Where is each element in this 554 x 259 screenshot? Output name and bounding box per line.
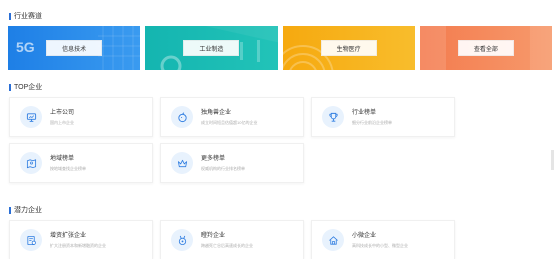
card-desc: 按地域查找企业榜单 <box>50 165 86 171</box>
card-desc: 成立时间短且估值超10亿的企业 <box>201 119 258 125</box>
card-capital-expansion[interactable]: 增资扩张企业 扩大注册资本和新增融资的企业 <box>9 220 153 259</box>
house-icon <box>322 229 344 251</box>
section-title-text: 行业赛道 <box>14 13 42 20</box>
section-title-industry: 行业赛道 <box>9 11 42 21</box>
banner-biomedical[interactable]: 生物医疗 <box>282 26 415 70</box>
card-title: 增资扩张企业 <box>50 232 87 239</box>
section-title-text: 潜力企业 <box>14 207 42 214</box>
banner-5g-text: 5G <box>16 39 35 55</box>
section-title-potential: 潜力企业 <box>9 205 42 215</box>
banner-view-all-button[interactable]: 查看全部 <box>457 40 514 56</box>
card-small-micro[interactable]: 小微企业 高科技成长中的小型、微型企业 <box>311 220 455 259</box>
card-title: 瞪羚企业 <box>201 232 226 239</box>
card-listed-company[interactable]: 上市公司 国内上市企业 <box>9 97 153 137</box>
gazelle-icon <box>171 229 193 251</box>
card-desc: 高科技成长中的小型、微型企业 <box>352 242 408 248</box>
card-title: 小微企业 <box>352 232 377 239</box>
map-icon <box>20 152 42 174</box>
banner-manufacturing[interactable]: 工业制造 <box>145 26 278 70</box>
card-desc: 细分行业前沿企业榜单 <box>352 119 392 125</box>
card-desc: 国内上市企业 <box>50 119 74 125</box>
section-title-text: TOP企业 <box>14 84 43 91</box>
section-title-top: TOP企业 <box>9 82 42 92</box>
industry-banners: 5G 信息技术 工业制造 生物医疗 查看全部 <box>8 26 552 70</box>
card-title: 上市公司 <box>50 109 75 116</box>
section-bar <box>9 12 11 20</box>
document-chart-icon <box>20 229 42 251</box>
banner-view-all[interactable]: 查看全部 <box>419 26 552 70</box>
card-title: 更多榜单 <box>201 155 226 162</box>
card-desc: 权威机构的行业排名榜单 <box>201 165 245 171</box>
card-gazelle[interactable]: 瞪羚企业 跨越死亡谷后高速成长的企业 <box>160 220 304 259</box>
card-more-ranking[interactable]: 更多榜单 权威机构的行业排名榜单 <box>160 143 304 183</box>
card-desc: 跨越死亡谷后高速成长的企业 <box>201 242 253 248</box>
trophy-icon <box>322 106 344 128</box>
card-title: 地域榜单 <box>50 155 75 162</box>
card-region-ranking[interactable]: 地域榜单 按地域查找企业榜单 <box>9 143 153 183</box>
card-desc: 扩大注册资本和新增融资的企业 <box>50 242 106 248</box>
banner-it-button[interactable]: 信息技术 <box>46 40 103 56</box>
banner-manufacturing-button[interactable]: 工业制造 <box>183 40 240 56</box>
card-title: 独角兽企业 <box>201 109 232 116</box>
card-industry-ranking[interactable]: 行业榜单 细分行业前沿企业榜单 <box>311 97 455 137</box>
banner-it[interactable]: 5G 信息技术 <box>8 26 141 70</box>
card-title: 行业榜单 <box>352 109 377 116</box>
card-unicorn[interactable]: 独角兽企业 成立时间短且估值超10亿的企业 <box>160 97 304 137</box>
crown-icon <box>171 152 193 174</box>
unicorn-icon <box>171 106 193 128</box>
banner-biomedical-button[interactable]: 生物医疗 <box>320 40 377 56</box>
section-bar <box>9 206 11 214</box>
section-bar <box>9 83 11 91</box>
monitor-icon <box>20 106 42 128</box>
